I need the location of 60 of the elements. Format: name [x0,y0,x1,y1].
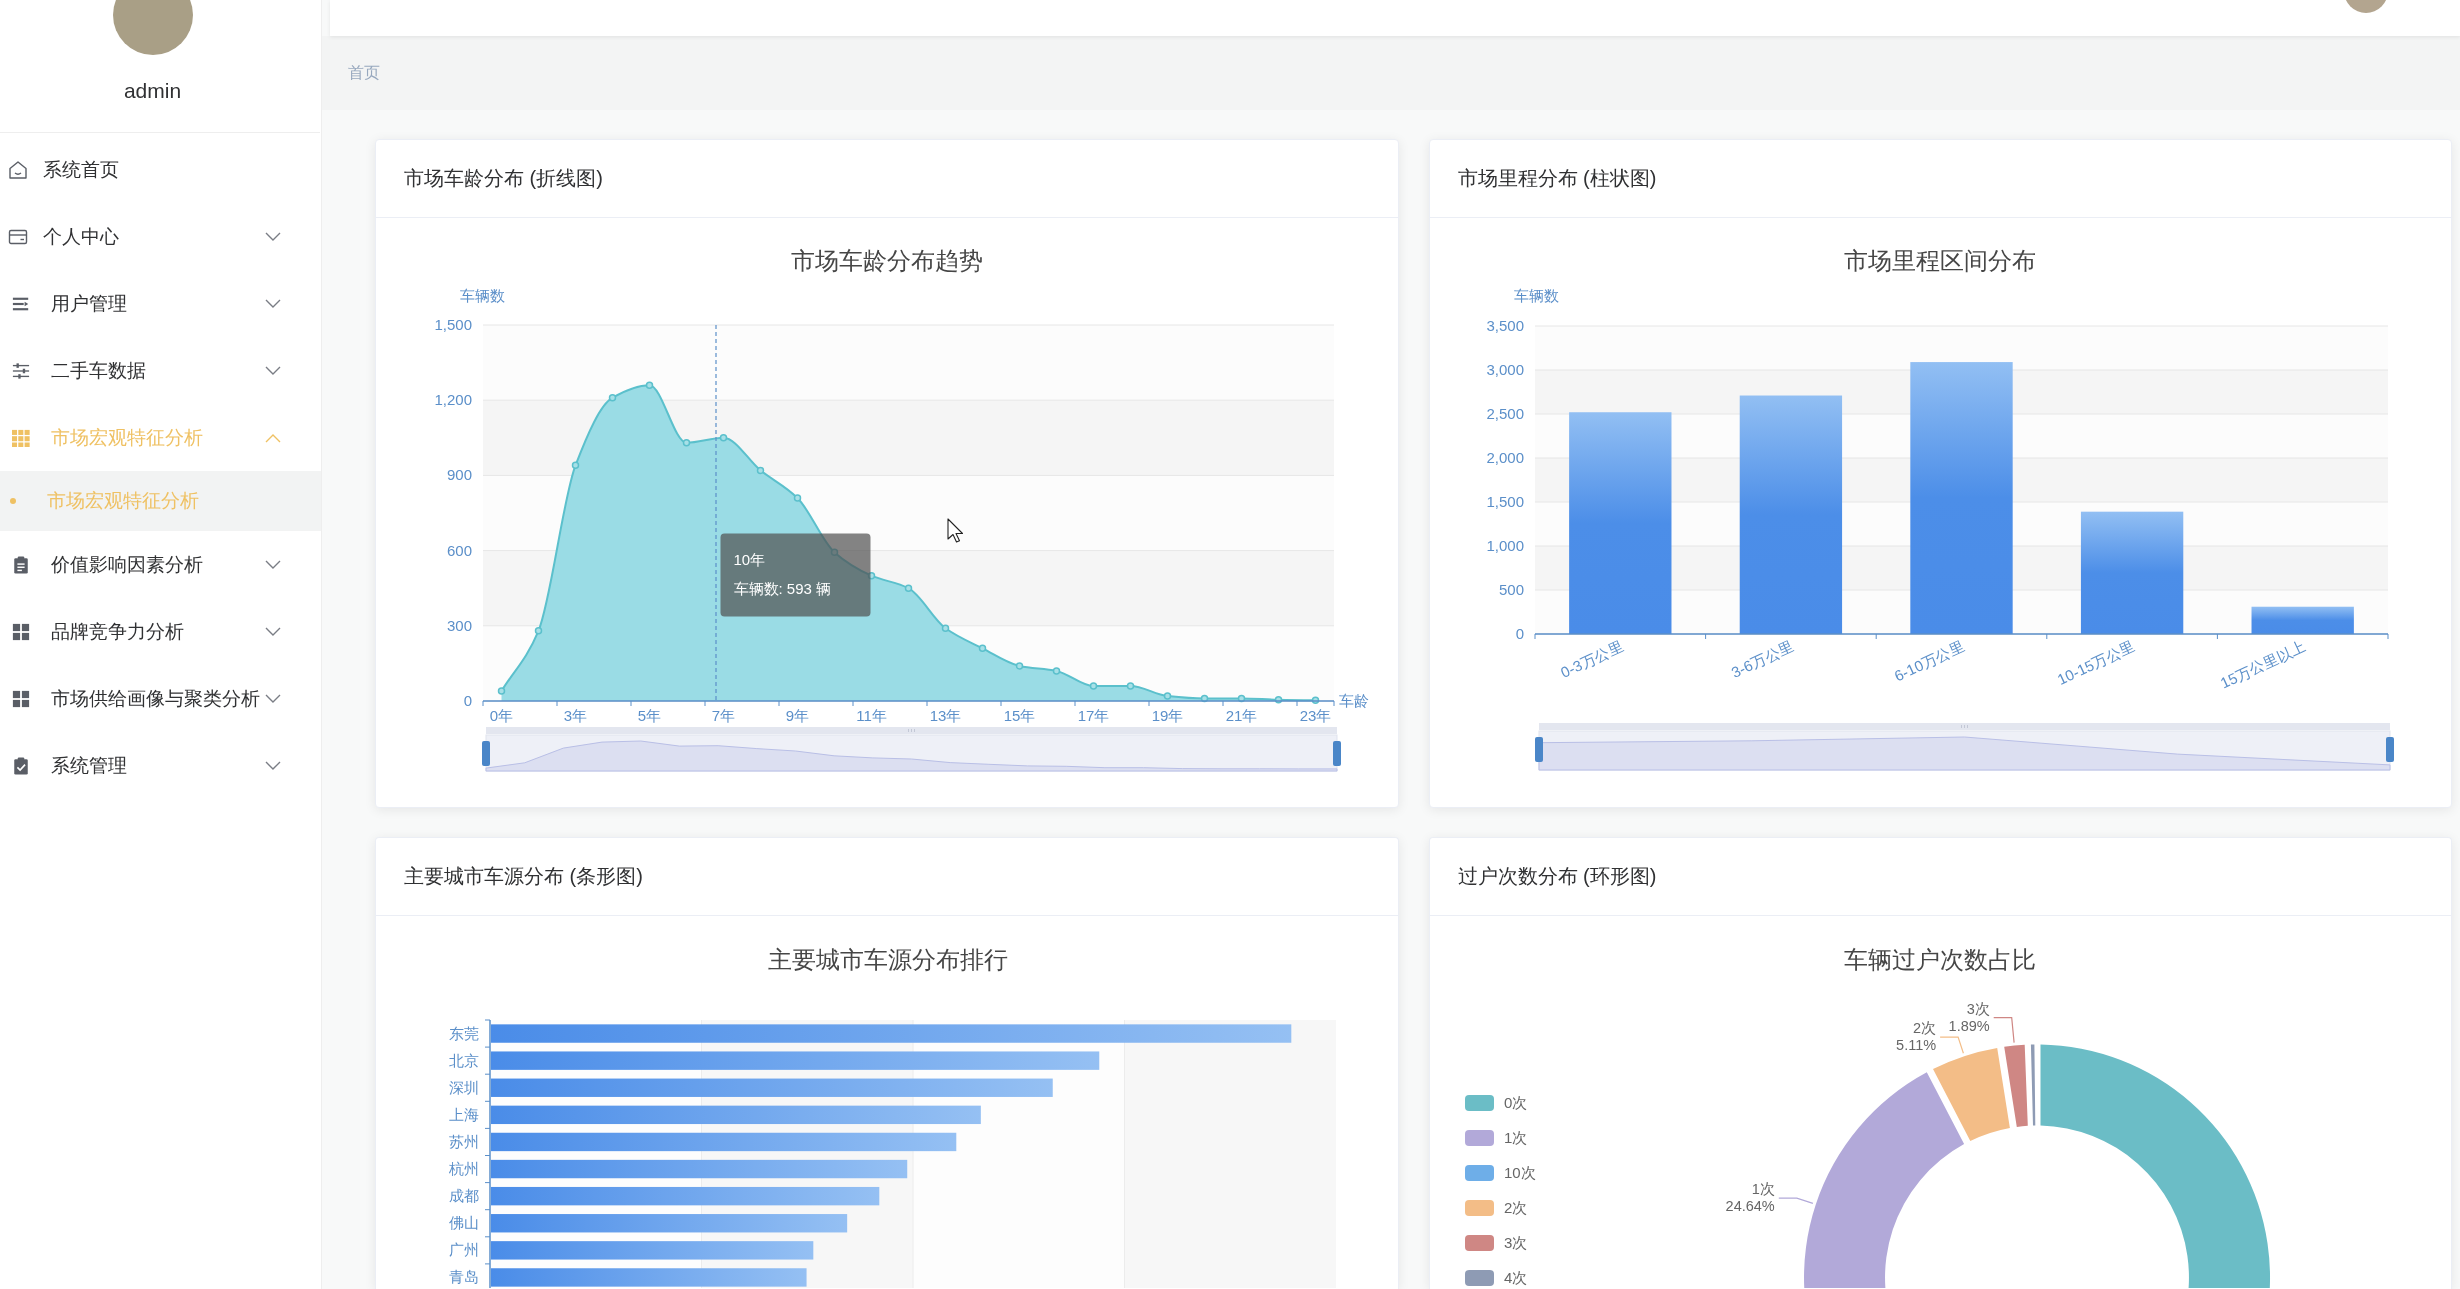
username: admin [123,79,182,103]
slice-label: 2次 [1912,1020,1936,1037]
tick-label: 1,500 [1485,493,1524,510]
tick-label: 2,000 [1485,449,1524,466]
tick-label: 500 [1498,581,1524,598]
slice-value: 1.89% [1948,1017,1990,1034]
chart-title: 市场车龄分布趋势 [791,247,983,274]
tick-label: 1,200 [434,391,472,409]
slice-value: 5.11% [1895,1037,1936,1054]
tick-label: 0 [1515,625,1524,642]
slice-label: 1次 [1751,1181,1775,1198]
tick-label: 东莞 [449,1024,479,1042]
tick-label: 青岛 [449,1268,479,1286]
tick-label: 900 [446,466,472,484]
tick-label: 2,500 [1485,405,1524,422]
tick-label: 300 [446,616,472,634]
tick-label: 0-3万公里 [1557,637,1626,681]
tick-label: 上海 [449,1105,479,1123]
tick-label: 21年 [1225,707,1258,724]
axis-title: 车辆数 [1513,287,1558,304]
axis-title: 车龄 [1339,692,1369,709]
tick-label: 深圳 [449,1078,479,1096]
tooltip-value: 车辆数: 593 辆 [733,579,832,597]
tick-label: 1,500 [434,316,472,333]
tick-label: 1,000 [1485,537,1524,554]
tick-label: 0年 [489,707,514,724]
tick-label: 17年 [1077,707,1110,724]
tick-label: 9年 [785,707,810,724]
slice-label: 3次 [1966,1000,1990,1017]
tick-label: 5年 [637,707,662,724]
tick-label: 成都 [449,1187,479,1205]
card-title: 主要城市车源分布 (条形图) [404,864,643,889]
axis-title: 车辆数 [459,287,505,304]
tick-label: 15万公里以上 [2217,637,2308,692]
tick-label: 600 [446,541,472,559]
tick-label: 3年 [563,707,588,724]
tick-label: 13年 [929,707,962,724]
tick-label: 3-6万公里 [1728,637,1796,681]
tick-label: 3,500 [1485,317,1524,334]
tick-label: 佛山 [449,1214,479,1232]
card-title: 市场车龄分布 (折线图) [404,166,603,191]
tick-label: 3,000 [1485,361,1524,378]
tick-label: 7年 [711,707,736,724]
tooltip-title: 10年 [733,550,766,568]
tick-label: 杭州 [449,1160,479,1178]
card-title: 过户次数分布 (环形图) [1457,864,1657,889]
tick-label: 23年 [1299,707,1332,724]
tick-label: 15年 [1003,707,1036,724]
chart-title: 车辆过户次数占比 [1843,946,2036,973]
chart-title: 主要城市车源分布排行 [768,946,1008,973]
tick-label: 北京 [449,1051,479,1069]
tick-label: 苏州 [449,1132,479,1150]
tick-label: 6-10万公里 [1891,637,1967,685]
card-title: 市场里程分布 (柱状图) [1457,166,1657,191]
tick-label: 19年 [1151,707,1184,724]
chart-title: 市场里程区间分布 [1843,247,2036,274]
tick-label: 0 [463,692,472,709]
tick-label: 11年 [856,707,887,724]
slice-value: 24.64% [1725,1198,1775,1215]
tick-label: 广州 [449,1241,479,1259]
